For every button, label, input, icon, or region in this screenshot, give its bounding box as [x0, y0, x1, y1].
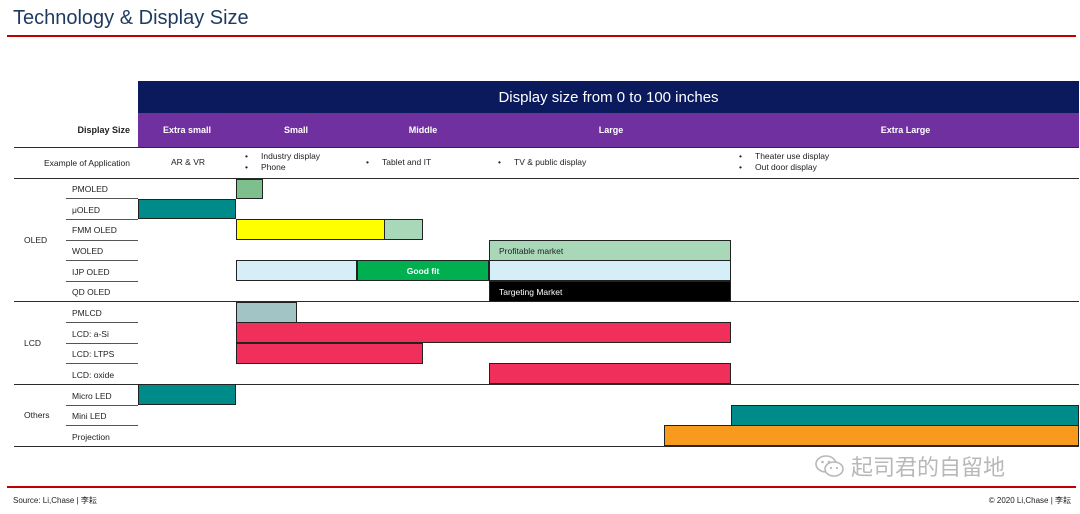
source-note: Source: Li,Chase | 李耘 — [13, 496, 97, 505]
tech-mini-led: Mini LED — [72, 411, 107, 421]
bar-ijp-oled-large — [489, 260, 731, 281]
tech-qd-oled: QD OLED — [72, 287, 111, 297]
size-middle: Middle — [408, 125, 438, 135]
size-large: Large — [598, 125, 624, 135]
divider-line — [14, 446, 1079, 447]
app-item: Phone — [245, 162, 320, 173]
size-extra-small: Extra small — [162, 125, 212, 135]
page-title: Technology & Display Size — [13, 7, 249, 29]
row-separator — [66, 281, 138, 282]
row-separator — [66, 240, 138, 241]
bar-lcd-ltps — [236, 343, 423, 364]
app-small: Industry display Phone — [245, 151, 320, 173]
bar-pmoled — [236, 179, 263, 199]
bar-mini-led — [731, 405, 1079, 426]
bar-woled: Profitable market — [489, 240, 731, 261]
good-fit-label: Good fit — [406, 265, 440, 276]
targeting-market-label: Targeting Market — [499, 286, 563, 297]
row-separator — [66, 405, 138, 406]
tech-pmoled: PMOLED — [72, 184, 108, 194]
app-item: Tablet and IT — [366, 157, 431, 168]
bar-uoled — [138, 199, 236, 219]
wechat-icon — [815, 455, 844, 477]
app-large: TV & public display — [498, 157, 586, 168]
app-extra-large: Theater use display Out door display — [739, 151, 829, 173]
bar-lcd-a-si — [236, 322, 731, 343]
tech-fmm-oled: FMM OLED — [72, 225, 117, 235]
row-separator — [66, 322, 138, 323]
copyright-note: © 2020 Li,Chase | 李耘 — [988, 496, 1071, 505]
application-row-label: Example of Application — [44, 157, 130, 168]
group-others: Others — [24, 410, 50, 420]
app-item: Industry display — [245, 151, 320, 162]
bar-projection — [664, 425, 1079, 446]
bar-ijp-oled-good-fit: Good fit — [357, 260, 489, 281]
tech-pmlcd: PMLCD — [72, 308, 102, 318]
tech-uoled: μOLED — [72, 205, 101, 215]
tech-micro-led: Micro LED — [72, 391, 112, 401]
title-divider — [7, 35, 1076, 37]
divider-line — [14, 178, 1079, 179]
tech-woled: WOLED — [72, 246, 104, 256]
bar-fmm-oled-ext — [384, 219, 423, 240]
group-oled: OLED — [24, 235, 48, 245]
app-extra-small: AR & VR — [171, 157, 206, 167]
row-separator — [66, 363, 138, 364]
tech-lcd-a-si: LCD: a-Si — [72, 329, 109, 339]
tech-lcd-ltps: LCD: LTPS — [72, 349, 115, 359]
tech-lcd-oxide: LCD: oxide — [72, 370, 115, 380]
app-item: Out door display — [739, 162, 829, 173]
display-size-header-row: Extra small Small Middle Large Extra Lar… — [138, 113, 1079, 147]
watermark: 起司君的自留地 — [815, 450, 1005, 482]
row-separator — [66, 198, 138, 199]
display-size-row-label: Display Size — [77, 125, 130, 135]
row-separator — [66, 425, 138, 426]
bar-qd-oled: Targeting Market — [489, 281, 731, 302]
watermark-text: 起司君的自留地 — [851, 455, 1006, 480]
tech-ijp-oled: IJP OLED — [72, 267, 110, 277]
size-extra-large: Extra Large — [880, 125, 931, 135]
bar-pmlcd — [236, 302, 297, 323]
bar-lcd-oxide — [489, 363, 731, 384]
bar-micro-led — [138, 384, 236, 405]
row-separator — [66, 219, 138, 220]
app-item: TV & public display — [498, 157, 586, 168]
footer-divider — [7, 486, 1076, 488]
bar-fmm-oled-main — [236, 219, 385, 240]
app-item: Theater use display — [739, 151, 829, 162]
divider-line — [14, 147, 1079, 148]
row-separator — [66, 343, 138, 344]
group-lcd: LCD — [24, 338, 42, 348]
bar-ijp-oled-small — [236, 260, 357, 281]
row-separator — [66, 260, 138, 261]
profitable-market-label: Profitable market — [499, 245, 564, 256]
display-size-banner: Display size from 0 to 100 inches — [138, 81, 1079, 113]
size-small: Small — [283, 125, 308, 135]
tech-projection: Projection — [72, 432, 110, 442]
app-middle: Tablet and IT — [366, 157, 431, 168]
